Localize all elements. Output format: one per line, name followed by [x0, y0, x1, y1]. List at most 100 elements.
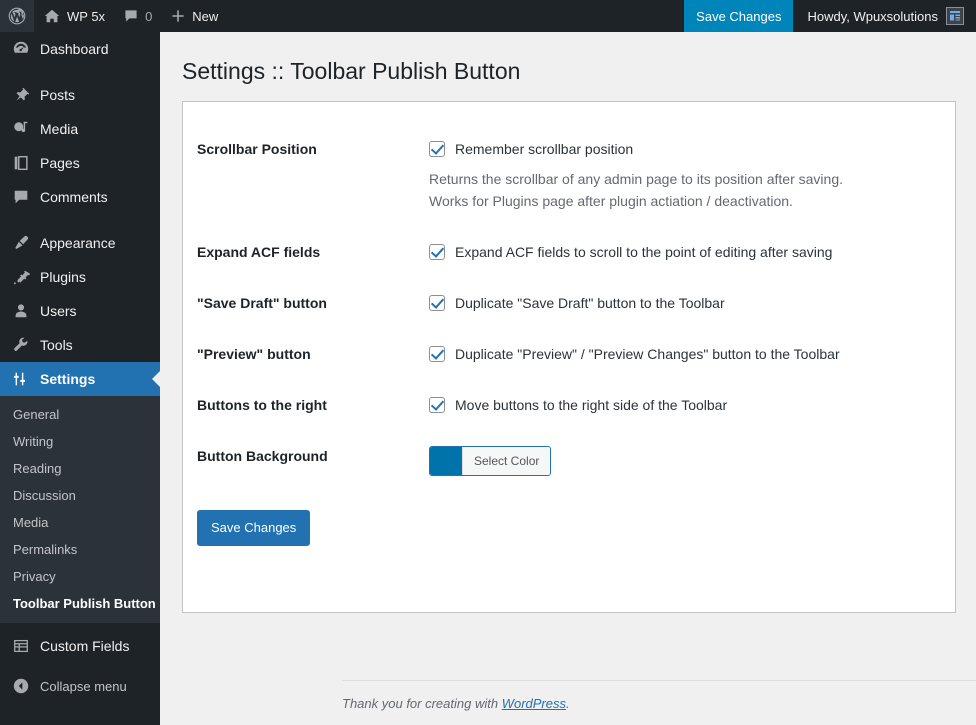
sidebar-item-appearance[interactable]: Appearance [0, 226, 160, 260]
row-field: Remember scrollbar position Returns the … [419, 124, 941, 227]
row-field: Expand ACF fields to scroll to the point… [419, 227, 941, 278]
sidebar-item-custom-fields[interactable]: Custom Fields [0, 629, 160, 663]
select-color-button[interactable]: Select Color [462, 447, 551, 476]
checkbox-icon[interactable] [429, 244, 445, 261]
user-icon [11, 301, 31, 321]
site-name-menu[interactable]: WP 5x [34, 0, 114, 32]
settings-row-expand-acf-fields: Expand ACF fields Expand ACF fields to s… [197, 227, 941, 278]
pages-icon [11, 153, 31, 173]
checkbox-duplicate-save-draft[interactable]: Duplicate "Save Draft" button to the Too… [429, 293, 931, 314]
row-label: "Preview" button [197, 346, 311, 363]
sidebar-item-label: Comments [40, 189, 108, 205]
submenu-item-discussion[interactable]: Discussion [0, 482, 160, 509]
sidebar-item-label: Plugins [40, 269, 86, 285]
media-icon [11, 119, 31, 139]
sliders-icon [11, 369, 31, 389]
checkbox-label: Duplicate "Save Draft" button to the Too… [455, 295, 725, 312]
new-content-menu[interactable]: New [161, 0, 227, 32]
checkbox-icon[interactable] [429, 346, 445, 363]
sidebar-item-label: Users [40, 303, 77, 319]
pin-icon [11, 85, 31, 105]
collapse-menu-label: Collapse menu [40, 678, 127, 694]
submenu-item-general[interactable]: General [0, 401, 160, 428]
submenu-item-permalinks[interactable]: Permalinks [0, 536, 160, 563]
checkbox-label: Expand ACF fields to scroll to the point… [455, 244, 833, 261]
comments-count: 0 [145, 8, 153, 24]
checkbox-move-buttons-right[interactable]: Move buttons to the right side of the To… [429, 395, 931, 416]
settings-row-buttons-to-the-right: Buttons to the right Move buttons to the… [197, 380, 941, 431]
dashboard-icon [11, 39, 31, 59]
submit-row: Save Changes [197, 496, 941, 546]
checkbox-expand-acf-fields[interactable]: Expand ACF fields to scroll to the point… [429, 242, 931, 263]
footer-thanks: Thank you for creating with WordPress. [342, 696, 570, 711]
settings-row-save-draft-button: "Save Draft" button Duplicate "Save Draf… [197, 278, 941, 329]
sidebar-item-users[interactable]: Users [0, 294, 160, 328]
sidebar-item-media[interactable]: Media [0, 112, 160, 146]
wrench-icon [11, 335, 31, 355]
howdy-label: Howdy, Wpuxsolutions [807, 8, 938, 24]
content-area: Settings :: Toolbar Publish Button Scrol… [160, 32, 976, 725]
wp-logo-menu[interactable] [0, 0, 34, 32]
submenu-item-toolbar-publish-button[interactable]: Toolbar Publish Button [0, 590, 160, 617]
account-menu[interactable]: Howdy, Wpuxsolutions [793, 0, 976, 32]
submenu-item-writing[interactable]: Writing [0, 428, 160, 455]
checkbox-duplicate-preview[interactable]: Duplicate "Preview" / "Preview Changes" … [429, 344, 931, 365]
row-description: Returns the scrollbar of any admin page … [429, 169, 931, 212]
collapse-menu-button[interactable]: Collapse menu [0, 669, 160, 703]
color-picker[interactable]: Select Color [429, 446, 552, 477]
table-icon [11, 636, 31, 656]
row-field: Select Color [419, 431, 941, 496]
sidebar-item-label: Posts [40, 87, 76, 103]
page-title: Settings :: Toolbar Publish Button [182, 58, 521, 84]
home-icon [43, 7, 61, 25]
settings-card: Scrollbar Position Remember scrollbar po… [182, 100, 956, 613]
sidebar-item-settings[interactable]: Settings [0, 362, 160, 396]
paintbrush-icon [11, 233, 31, 253]
sidebar-item-label: Custom Fields [40, 638, 130, 654]
footer-thanks-suffix: . [566, 695, 570, 711]
sidebar-item-label: Tools [40, 337, 73, 353]
checkbox-label: Move buttons to the right side of the To… [455, 397, 728, 414]
row-label: Scrollbar Position [197, 140, 317, 157]
comments-menu[interactable]: 0 [114, 0, 161, 32]
checkbox-icon[interactable] [429, 295, 445, 312]
sidebar-item-tools[interactable]: Tools [0, 328, 160, 362]
checkbox-label: Duplicate "Preview" / "Preview Changes" … [455, 346, 840, 363]
arrow-left-circle-icon [11, 676, 31, 696]
sidebar-item-pages[interactable]: Pages [0, 146, 160, 180]
plug-icon [11, 267, 31, 287]
adminbar-save-changes-button[interactable]: Save Changes [684, 0, 794, 32]
description-line: Works for Plugins page after plugin acti… [429, 192, 793, 209]
checkbox-icon[interactable] [429, 140, 445, 157]
sidebar-item-label: Dashboard [40, 41, 109, 57]
adminbar-save-changes-label: Save Changes [696, 8, 782, 24]
color-swatch[interactable] [430, 447, 462, 476]
sidebar-item-label: Settings [40, 371, 96, 387]
row-label: "Save Draft" button [197, 295, 327, 312]
row-field: Move buttons to the right side of the To… [419, 380, 941, 431]
description-line: Returns the scrollbar of any admin page … [429, 170, 843, 187]
sidebar-item-posts[interactable]: Posts [0, 78, 160, 112]
checkbox-icon[interactable] [429, 397, 445, 414]
submenu-item-privacy[interactable]: Privacy [0, 563, 160, 590]
avatar-icon [946, 7, 964, 25]
sidebar-item-label: Media [40, 121, 79, 137]
plus-icon [170, 8, 186, 24]
row-field: Duplicate "Save Draft" button to the Too… [419, 278, 941, 329]
admin-sidebar: Dashboard Posts Media Pages Comments App… [0, 32, 160, 725]
sidebar-item-dashboard[interactable]: Dashboard [0, 32, 160, 66]
admin-footer: Thank you for creating with WordPress. V… [342, 680, 976, 725]
wordpress-link[interactable]: WordPress [502, 696, 566, 711]
submenu-item-media[interactable]: Media [0, 509, 160, 536]
settings-row-button-background: Button Background Select Color [197, 431, 941, 496]
save-changes-button[interactable]: Save Changes [197, 510, 311, 546]
row-field: Duplicate "Preview" / "Preview Changes" … [419, 329, 941, 380]
sidebar-item-comments[interactable]: Comments [0, 180, 160, 214]
settings-submenu: General Writing Reading Discussion Media… [0, 396, 160, 623]
submenu-item-reading[interactable]: Reading [0, 455, 160, 482]
row-label: Button Background [197, 448, 328, 465]
wordpress-logo-icon [7, 6, 27, 26]
checkbox-remember-scrollbar-position[interactable]: Remember scrollbar position [429, 139, 931, 160]
settings-row-preview-button: "Preview" button Duplicate "Preview" / "… [197, 329, 941, 380]
sidebar-item-plugins[interactable]: Plugins [0, 260, 160, 294]
